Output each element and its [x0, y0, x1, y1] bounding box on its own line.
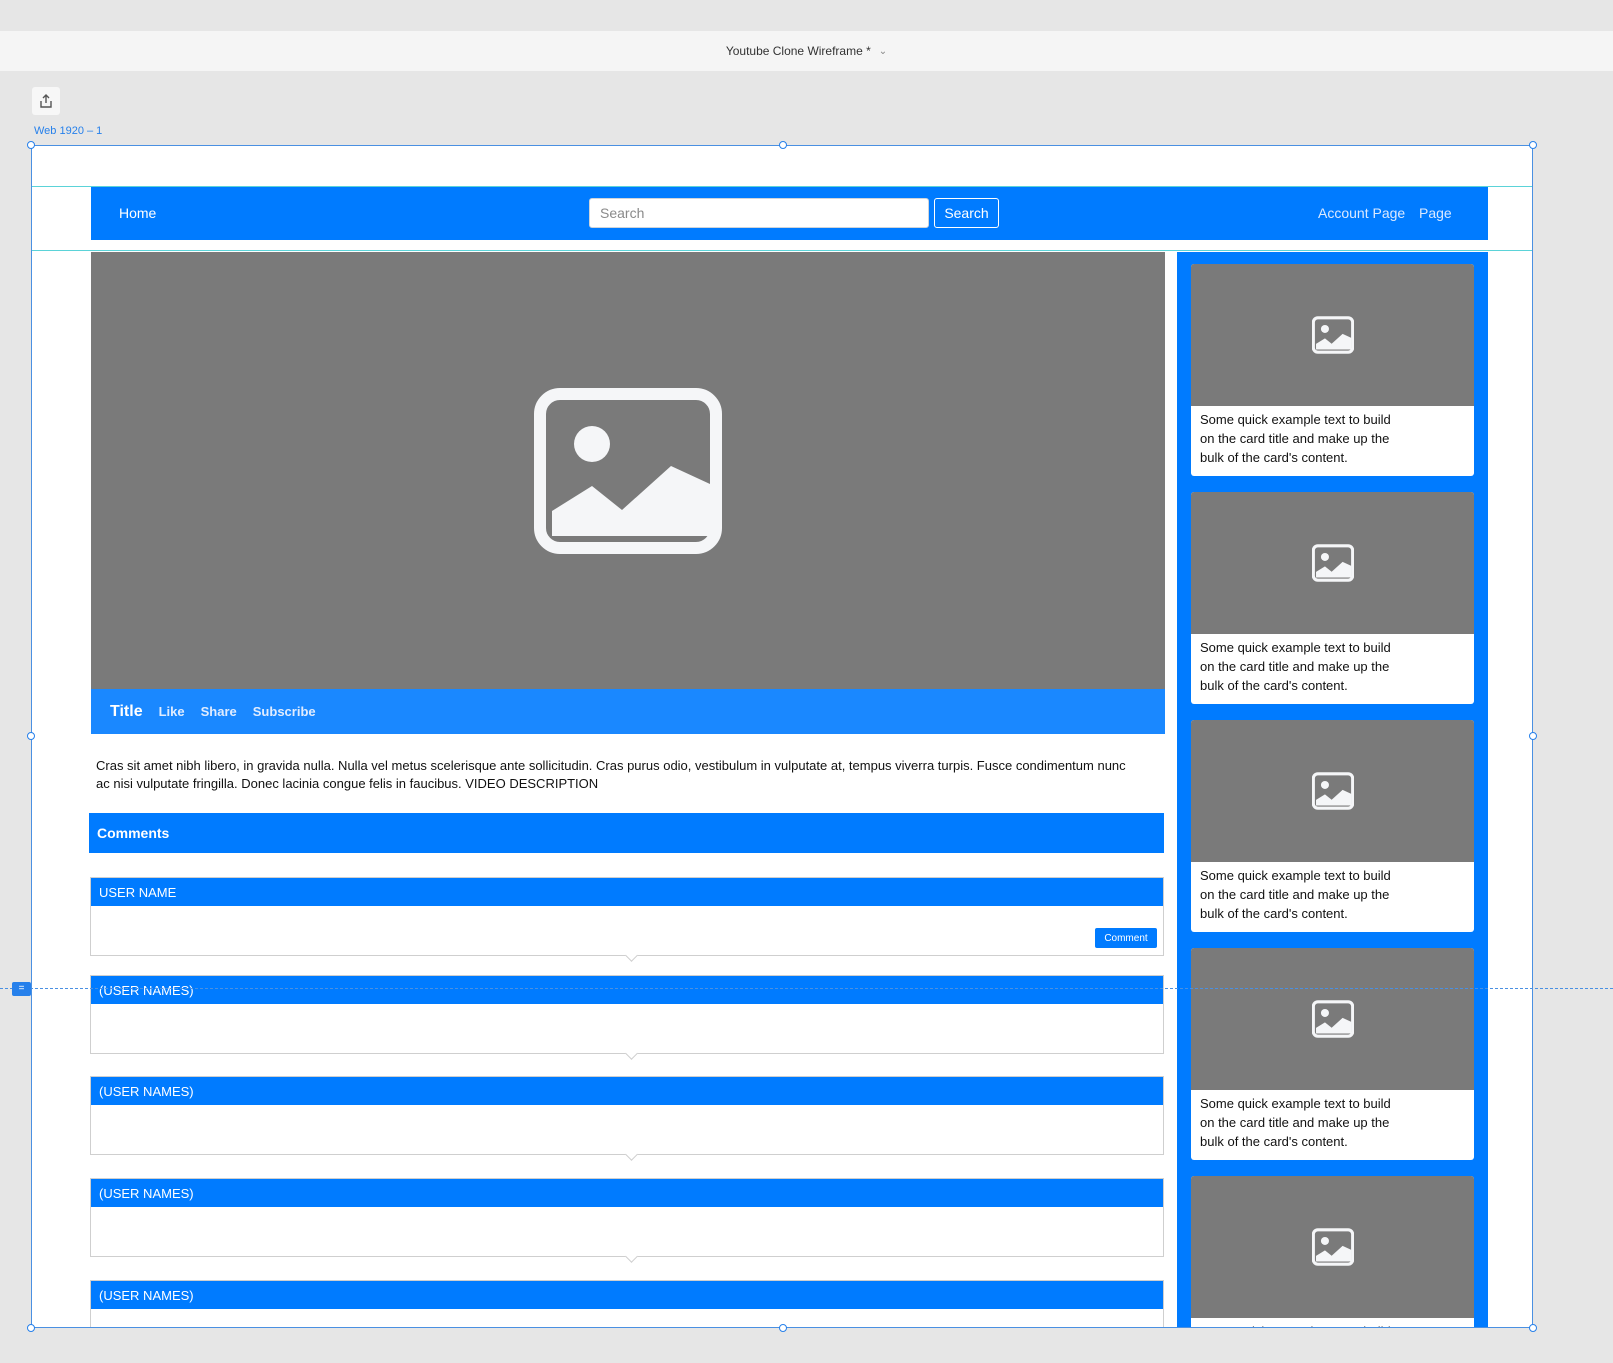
- comment-item: (USER NAMES): [90, 975, 1164, 1060]
- video-card[interactable]: Some quick example text to build on the …: [1191, 492, 1474, 704]
- artboard-web-1920[interactable]: Home Search Account Page Page Title Like…: [31, 145, 1533, 1328]
- comment-user-name: (USER NAMES): [91, 1179, 1163, 1207]
- nav-page-link[interactable]: Page: [1419, 205, 1452, 221]
- image-placeholder-icon: [1311, 316, 1354, 354]
- guide-marker-icon[interactable]: =: [12, 982, 31, 996]
- video-thumbnail[interactable]: [1191, 948, 1474, 1090]
- comment-user-name: USER NAME: [91, 878, 1163, 906]
- comments-header: Comments: [89, 813, 1164, 853]
- comment-user-name: (USER NAMES): [91, 1281, 1163, 1309]
- resize-handle[interactable]: [27, 141, 35, 149]
- card-text: Some quick example text to build on the …: [1200, 868, 1391, 921]
- comment-item: (USER NAMES): [90, 1280, 1164, 1327]
- video-thumbnail[interactable]: [1191, 492, 1474, 634]
- video-thumbnail[interactable]: [1191, 1176, 1474, 1318]
- resize-handle[interactable]: [1529, 732, 1537, 740]
- like-button[interactable]: Like: [159, 704, 185, 719]
- share-button[interactable]: [32, 87, 60, 115]
- video-title: Title: [110, 702, 143, 720]
- resize-handle[interactable]: [1529, 141, 1537, 149]
- nav-account-link[interactable]: Account Page: [1318, 205, 1405, 221]
- comment-item: (USER NAMES): [90, 1076, 1164, 1161]
- recommended-sidebar: Some quick example text to build on the …: [1177, 252, 1488, 1327]
- resize-handle[interactable]: [779, 141, 787, 149]
- card-text: Some quick example text to build on the …: [1191, 1318, 1408, 1327]
- video-thumbnail[interactable]: [1191, 720, 1474, 862]
- document-title-bar: Youtube Clone Wireframe * ⌄: [0, 31, 1613, 71]
- video-card[interactable]: Some quick example text to build on the …: [1191, 948, 1474, 1160]
- video-card[interactable]: Some quick example text to build on the …: [1191, 1176, 1474, 1327]
- comment-button[interactable]: Comment: [1095, 928, 1157, 948]
- card-text: Some quick example text to build on the …: [1200, 1096, 1391, 1149]
- video-card[interactable]: Some quick example text to build on the …: [1191, 720, 1474, 932]
- image-placeholder-icon: [1311, 772, 1354, 810]
- horizontal-guide[interactable]: [0, 988, 1613, 989]
- image-placeholder-icon: [534, 387, 722, 554]
- card-notch: [625, 949, 638, 962]
- layout-guide: [32, 250, 1532, 251]
- video-player[interactable]: [91, 252, 1165, 689]
- search-input[interactable]: [589, 198, 929, 228]
- resize-handle[interactable]: [1529, 1324, 1537, 1332]
- share-link[interactable]: Share: [201, 704, 237, 719]
- card-text: Some quick example text to build on the …: [1200, 412, 1391, 465]
- layout-guide: [32, 186, 1532, 187]
- document-title[interactable]: Youtube Clone Wireframe *: [726, 44, 871, 58]
- resize-handle[interactable]: [779, 1324, 787, 1332]
- comment-composer: USER NAME Comment: [90, 877, 1164, 962]
- card-notch: [625, 1250, 638, 1263]
- video-thumbnail[interactable]: [1191, 264, 1474, 406]
- subscribe-button[interactable]: Subscribe: [253, 704, 316, 719]
- video-card[interactable]: Some quick example text to build on the …: [1191, 264, 1474, 476]
- artboard-label[interactable]: Web 1920 – 1: [34, 125, 102, 137]
- card-text: Some quick example text to build on the …: [1200, 640, 1391, 693]
- share-icon: [40, 94, 52, 108]
- resize-handle[interactable]: [27, 1324, 35, 1332]
- resize-handle[interactable]: [27, 732, 35, 740]
- comment-item: (USER NAMES): [90, 1178, 1164, 1263]
- nav-home-link[interactable]: Home: [119, 205, 156, 221]
- card-notch: [625, 1148, 638, 1161]
- comment-user-name: (USER NAMES): [91, 1077, 1163, 1105]
- search-button[interactable]: Search: [934, 198, 999, 228]
- chevron-down-icon[interactable]: ⌄: [879, 46, 887, 57]
- video-description: Cras sit amet nibh libero, in gravida nu…: [96, 758, 1126, 791]
- video-info-bar: Title Like Share Subscribe: [91, 689, 1165, 734]
- card-notch: [625, 1047, 638, 1060]
- image-placeholder-icon: [1311, 1228, 1354, 1266]
- comment-user-name: (USER NAMES): [91, 976, 1163, 1004]
- image-placeholder-icon: [1311, 1000, 1354, 1038]
- navbar: Home Search Account Page Page: [91, 187, 1488, 240]
- image-placeholder-icon: [1311, 544, 1354, 582]
